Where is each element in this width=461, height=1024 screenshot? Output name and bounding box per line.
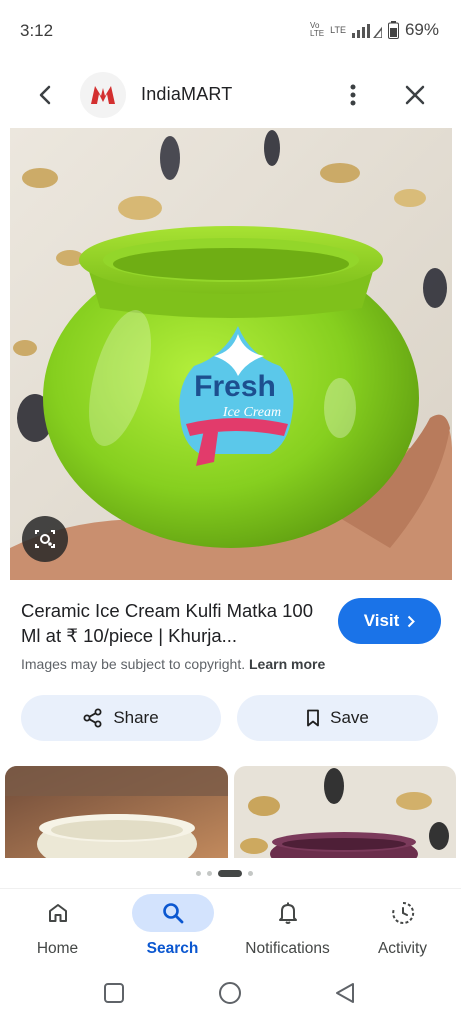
carousel-dot-active [218, 870, 242, 877]
back-arrow-icon [39, 85, 51, 105]
activity-icon [362, 894, 444, 932]
result-image[interactable]: Fresh Ice Cream [10, 128, 452, 580]
badge-icecream-text: Ice Cream [222, 405, 281, 420]
copyright-text: Images may be subject to copyright. [21, 656, 246, 672]
home-icon [17, 894, 99, 932]
home-circle-icon [219, 982, 241, 1004]
nav-activity-label: Activity [377, 940, 428, 957]
status-icons: Vo LTE LTE 69% [310, 20, 439, 40]
save-label: Save [330, 708, 369, 727]
recents-button[interactable] [103, 982, 125, 1004]
home-system-button[interactable] [218, 981, 242, 1005]
recents-icon [104, 983, 124, 1003]
bell-icon [247, 894, 329, 932]
lte-label: LTE [330, 25, 346, 35]
more-options-button[interactable] [338, 78, 368, 112]
result-title[interactable]: Ceramic Ice Cream Kulfi Matka 100 Ml at … [21, 598, 321, 648]
close-icon [405, 85, 425, 105]
battery-percent: 69% [404, 20, 439, 39]
visit-label: Visit [363, 611, 400, 630]
carousel-indicator [196, 870, 253, 877]
nav-home[interactable]: Home [0, 894, 115, 964]
status-time: 3:12 [20, 21, 54, 40]
nav-activity[interactable]: Activity [345, 894, 460, 964]
related-photo-1 [5, 766, 228, 858]
share-label: Share [113, 708, 159, 727]
more-vert-icon [350, 84, 356, 106]
save-button[interactable]: Save [237, 695, 438, 741]
badge-fresh-text: Fresh [194, 370, 276, 403]
visit-button[interactable]: Visit [338, 598, 441, 644]
close-button[interactable] [398, 78, 432, 112]
share-button[interactable]: Share [21, 695, 221, 741]
back-system-button[interactable] [333, 981, 357, 1005]
indiamart-logo-icon [91, 86, 115, 104]
site-name: IndiaMART [141, 84, 233, 104]
related-image-1[interactable] [5, 766, 228, 858]
carousel-dot [207, 871, 212, 876]
copyright-notice: Images may be subject to copyright. Lear… [21, 656, 325, 672]
share-icon [83, 708, 102, 728]
lens-button[interactable] [22, 516, 68, 562]
product-photo: Fresh Ice Cream [10, 128, 452, 580]
back-button[interactable] [28, 78, 62, 112]
carousel-dot [248, 871, 253, 876]
volte-icon: Vo LTE [310, 21, 325, 38]
signal-icon [351, 24, 382, 38]
related-image-2[interactable] [234, 766, 456, 858]
lens-icon [35, 530, 55, 548]
search-icon [131, 894, 214, 932]
site-logo [80, 72, 126, 118]
bookmark-icon [307, 709, 320, 727]
chevron-right-icon [408, 615, 416, 627]
status-bar: 3:12 Vo LTE LTE 69% [0, 0, 461, 62]
back-triangle-icon [336, 983, 354, 1003]
nav-search-label: Search [146, 940, 199, 957]
related-photo-2 [234, 766, 456, 858]
nav-search[interactable]: Search [115, 894, 230, 964]
learn-more-link[interactable]: Learn more [249, 656, 325, 672]
battery-icon [387, 21, 399, 39]
nav-notifications[interactable]: Notifications [230, 894, 345, 964]
system-navigation-bar [0, 968, 461, 1024]
carousel-dot [196, 871, 201, 876]
nav-notifications-label: Notifications [245, 940, 330, 957]
nav-home-label: Home [36, 940, 79, 957]
